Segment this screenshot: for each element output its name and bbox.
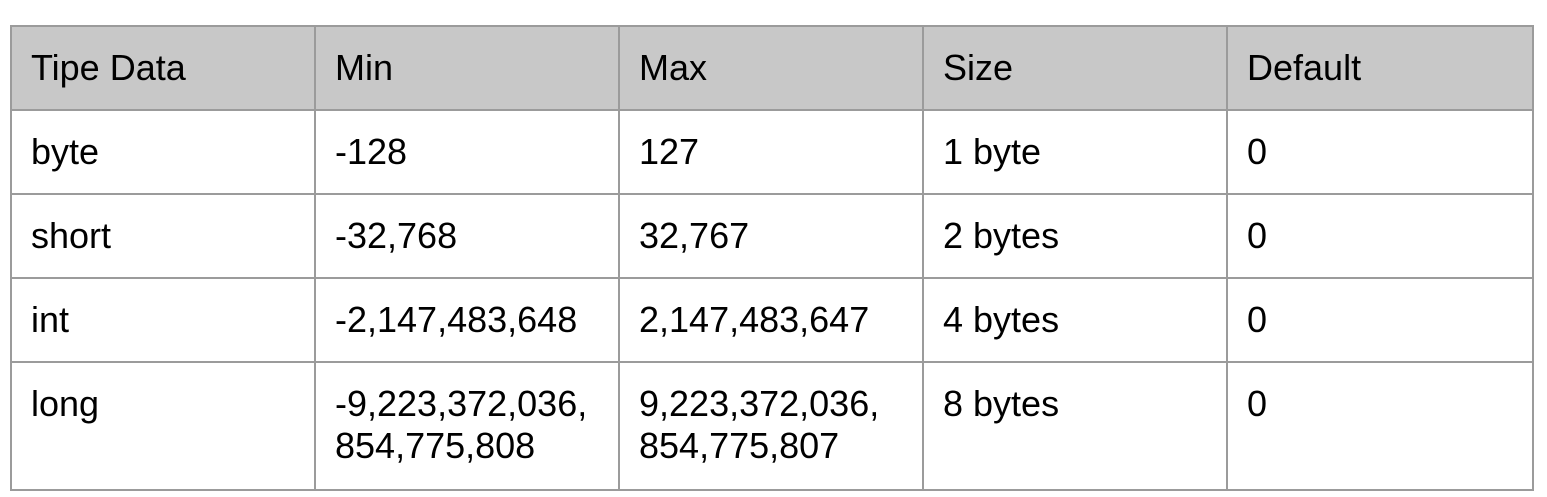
- cell-size: 8 bytes: [922, 361, 1228, 491]
- cell-default: 0: [1226, 361, 1534, 491]
- cell-default: 0: [1226, 277, 1534, 363]
- cell-max: 9,223,372,036, 854,775,807: [618, 361, 924, 491]
- table-body: byte -128 127 1 byte 0 short -32,768 32,…: [10, 109, 1534, 491]
- cell-max-line: 9,223,372,036,: [639, 383, 880, 424]
- table-row: byte -128 127 1 byte 0: [10, 109, 1534, 195]
- cell-type: byte: [10, 109, 316, 195]
- table-row: short -32,768 32,767 2 bytes 0: [10, 193, 1534, 279]
- cell-type: int: [10, 277, 316, 363]
- cell-min: -2,147,483,648: [314, 277, 620, 363]
- cell-default: 0: [1226, 193, 1534, 279]
- cell-max-line: 2,147,483,647: [639, 299, 870, 340]
- cell-max-line: 127: [639, 131, 700, 172]
- cell-min-line: -32,768: [335, 215, 458, 256]
- header-size: Size: [922, 25, 1228, 111]
- cell-min: -32,768: [314, 193, 620, 279]
- cell-size: 1 byte: [922, 109, 1228, 195]
- cell-size: 4 bytes: [922, 277, 1228, 363]
- cell-min: -128: [314, 109, 620, 195]
- header-min: Min: [314, 25, 620, 111]
- data-type-table: Tipe Data Min Max Size Default byte -128…: [10, 25, 1534, 491]
- table-row: long -9,223,372,036, 854,775,808 9,223,3…: [10, 361, 1534, 491]
- header-row: Tipe Data Min Max Size Default: [10, 25, 1534, 111]
- header-tipe-data: Tipe Data: [10, 25, 316, 111]
- cell-size: 2 bytes: [922, 193, 1228, 279]
- header-default: Default: [1226, 25, 1534, 111]
- cell-type: short: [10, 193, 316, 279]
- cell-max: 32,767: [618, 193, 924, 279]
- cell-min-line: -128: [335, 131, 408, 172]
- cell-max-line: 32,767: [639, 215, 750, 256]
- cell-min: -9,223,372,036, 854,775,808: [314, 361, 620, 491]
- table-row: int -2,147,483,648 2,147,483,647 4 bytes…: [10, 277, 1534, 363]
- header-max: Max: [618, 25, 924, 111]
- cell-max: 127: [618, 109, 924, 195]
- cell-max-line: 854,775,807: [639, 425, 840, 466]
- cell-min-line: -2,147,483,648: [335, 299, 578, 340]
- cell-min-line: -9,223,372,036,: [335, 383, 588, 424]
- table-header: Tipe Data Min Max Size Default: [10, 25, 1534, 111]
- cell-max: 2,147,483,647: [618, 277, 924, 363]
- cell-default: 0: [1226, 109, 1534, 195]
- cell-type: long: [10, 361, 316, 491]
- cell-min-line: 854,775,808: [335, 425, 536, 466]
